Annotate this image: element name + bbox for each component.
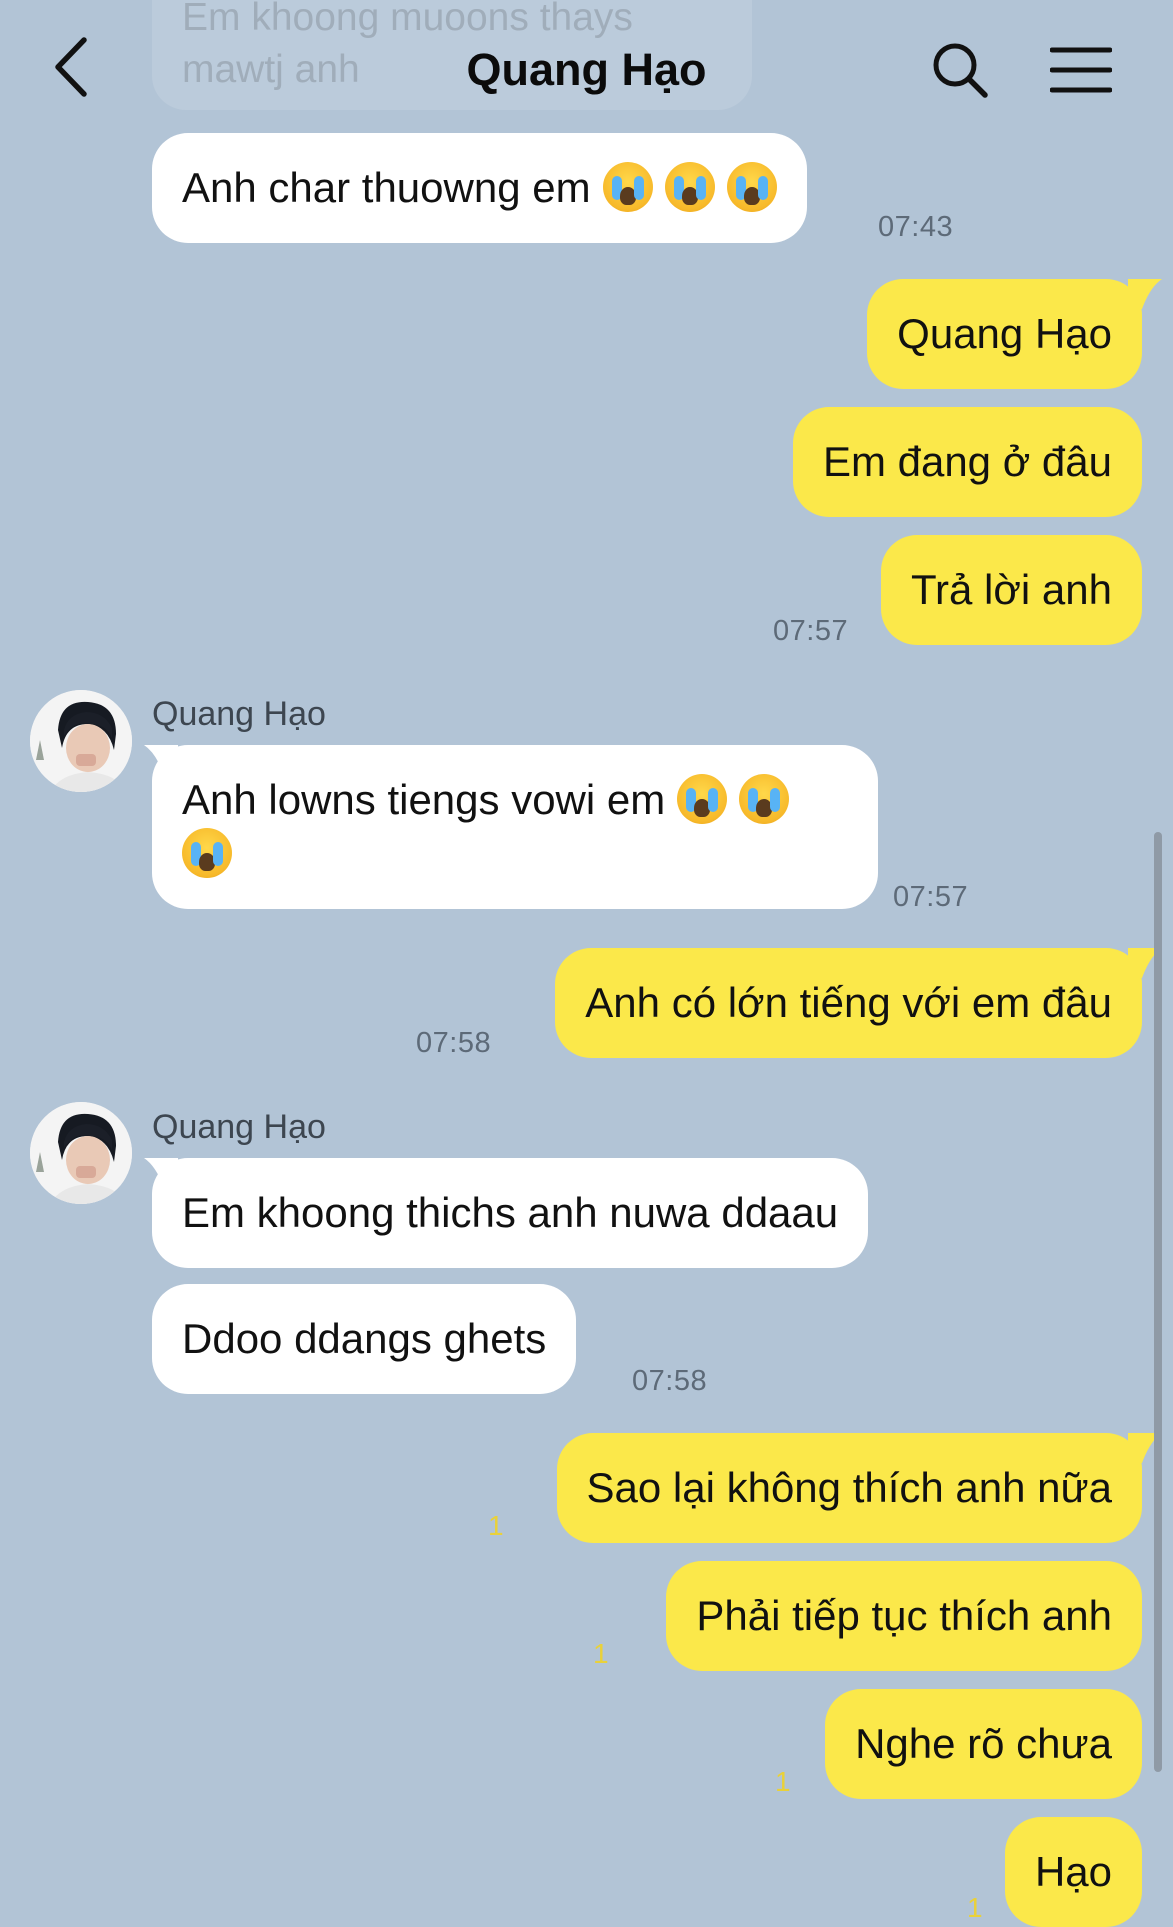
outgoing-message-bubble[interactable]: Em đang ở đâu: [792, 407, 1142, 517]
crying-emoji-icon: [602, 162, 653, 212]
message-text: Quang Hạo: [897, 310, 1112, 357]
avatar-photo: [30, 690, 132, 792]
message-text: Em đang ở đâu: [822, 438, 1112, 485]
unread-count: 1: [593, 1638, 609, 1669]
unread-count: 1: [488, 1510, 504, 1541]
avatar-photo: [30, 1102, 132, 1204]
message-text: Nghe rõ chưa: [855, 1720, 1112, 1767]
scrollbar[interactable]: [1154, 832, 1162, 1772]
unread-count: 1: [967, 1892, 983, 1923]
crying-emoji-icon: [677, 774, 728, 824]
crying-emoji-icon: [726, 162, 777, 212]
outgoing-message-bubble[interactable]: Trả lời anh: [880, 535, 1142, 645]
message-text: Hạo: [1034, 1848, 1112, 1895]
message-text: Sao lại không thích anh nữa: [586, 1464, 1113, 1511]
sender-name: Quang Hạo: [152, 1108, 326, 1146]
incoming-message-bubble[interactable]: Em khoong thichs anh nuwa ddaau: [152, 1158, 869, 1268]
message-timestamp: 07:58: [416, 1027, 492, 1059]
crying-emoji-icon: [664, 162, 715, 212]
message-text: Em khoong thichs anh nuwa ddaau: [182, 1189, 839, 1236]
message-timestamp: 07:58: [632, 1365, 708, 1397]
outgoing-message-bubble[interactable]: Nghe rõ chưa: [825, 1689, 1142, 1799]
search-icon: [933, 43, 988, 98]
message-timestamp: 07:57: [773, 615, 849, 647]
outgoing-message-bubble[interactable]: Hạo: [1004, 1817, 1142, 1927]
outgoing-message-bubble[interactable]: Quang Hạo: [867, 279, 1142, 389]
avatar[interactable]: [30, 1102, 132, 1204]
message-text: Ddoo ddangs ghets: [182, 1315, 547, 1362]
message-text: Anh có lớn tiếng với em đâu: [585, 979, 1112, 1026]
incoming-message-bubble[interactable]: Anh lowns tiengs vowi em: [152, 745, 878, 909]
crying-emoji-icon: [739, 774, 790, 824]
sender-name: Quang Hạo: [152, 695, 326, 733]
message-timestamp: 07:43: [878, 211, 954, 243]
chat-title[interactable]: Quang Hạo: [0, 44, 1173, 96]
bubble-tail: [1128, 279, 1162, 309]
outgoing-message-bubble[interactable]: Phải tiếp tục thích anh: [666, 1561, 1142, 1671]
avatar[interactable]: [30, 690, 132, 792]
message-text: Trả lời anh: [910, 566, 1112, 613]
message-text: Phải tiếp tục thích anh: [696, 1592, 1112, 1639]
outgoing-message-bubble[interactable]: Sao lại không thích anh nữa: [556, 1433, 1142, 1543]
menu-button[interactable]: [1046, 38, 1116, 102]
crying-emoji-icon: [182, 828, 232, 878]
message-text: Anh char thuowng em: [182, 164, 591, 211]
incoming-message-bubble[interactable]: Ddoo ddangs ghets: [152, 1284, 577, 1394]
search-button[interactable]: [928, 38, 992, 102]
unread-count: 1: [775, 1766, 791, 1797]
menu-icon: [1050, 47, 1112, 93]
chat-header: Em khoong muoons thays mawtj anh Quang H…: [0, 0, 1173, 140]
incoming-message-bubble[interactable]: Anh char thuowng em: [152, 133, 807, 243]
message-timestamp: 07:57: [893, 881, 969, 913]
outgoing-message-bubble[interactable]: Anh có lớn tiếng với em đâu: [555, 948, 1142, 1058]
message-text: Anh lowns tiengs vowi em: [182, 776, 666, 823]
